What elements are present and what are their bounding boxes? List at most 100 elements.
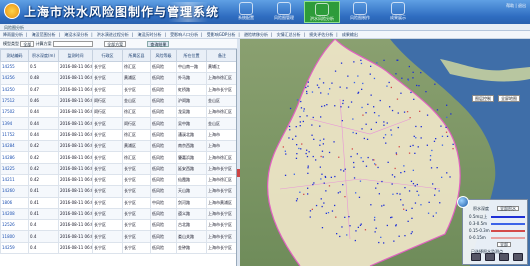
flood-point-marker[interactable]: [321, 205, 323, 208]
flood-point-marker[interactable]: [307, 187, 309, 189]
flood-point-marker[interactable]: [375, 187, 377, 189]
flood-point-marker[interactable]: [391, 183, 393, 185]
flood-point-marker[interactable]: [331, 82, 333, 84]
flood-point-marker[interactable]: [359, 224, 362, 226]
flood-point-marker[interactable]: [441, 176, 443, 178]
flood-point-marker[interactable]: [284, 150, 286, 152]
flood-point-marker[interactable]: [320, 198, 322, 200]
flood-point-marker[interactable]: [306, 155, 309, 158]
flood-point-marker[interactable]: [403, 170, 406, 173]
flood-point-marker[interactable]: [416, 84, 418, 87]
flood-point-marker[interactable]: [425, 91, 427, 93]
column-header[interactable]: 所属区县: [122, 49, 151, 62]
flood-point-marker[interactable]: [299, 191, 301, 193]
zoom-in-button[interactable]: [471, 253, 481, 261]
menu-item[interactable]: 淹没水深分析: [64, 32, 88, 37]
station-code[interactable]: 14250: [0, 83, 29, 96]
flood-point-marker[interactable]: [353, 81, 356, 84]
flood-point-marker[interactable]: [406, 111, 409, 113]
flood-point-marker[interactable]: [411, 207, 413, 209]
flood-point-marker[interactable]: [403, 165, 405, 167]
flood-point-marker[interactable]: [318, 86, 320, 89]
flood-point-marker[interactable]: [339, 235, 341, 238]
flood-point-marker[interactable]: [301, 143, 303, 145]
menu-item[interactable]: 淹没历时分析: [138, 32, 162, 37]
flood-point-marker[interactable]: [386, 85, 388, 87]
flood-point-marker[interactable]: [288, 125, 291, 128]
flood-point-marker[interactable]: [369, 73, 371, 75]
flood-point-marker[interactable]: [353, 177, 356, 179]
flood-point-marker[interactable]: [436, 109, 439, 111]
flood-point-marker[interactable]: [383, 59, 385, 61]
flood-point-marker[interactable]: [327, 93, 329, 95]
flood-point-marker[interactable]: [417, 146, 419, 148]
flood-point-marker[interactable]: [390, 134, 393, 136]
flood-point-marker[interactable]: [405, 209, 407, 211]
flood-point-marker[interactable]: [363, 137, 365, 140]
flood-point-marker[interactable]: [408, 65, 410, 68]
flood-point-marker[interactable]: [299, 121, 301, 123]
table-row[interactable]: 14256 0.48 2016-08-11 06:00 长宁区 黄浦区 低风险 外马路 上海市…: [0, 72, 236, 85]
table-row[interactable]: 14225 0.42 2016-08-11 06:00 长宁区 长宁区 低风险 延安西路 上海…: [0, 162, 236, 175]
flood-point-marker[interactable]: [416, 183, 418, 186]
table-row[interactable]: 12526 0.4 2016-08-11 06:00 长宁区 长宁区 低风险 古北路 上海市长…: [0, 219, 236, 232]
flood-point-marker[interactable]: [306, 115, 308, 117]
flood-point-marker[interactable]: [313, 138, 315, 140]
flood-point-marker[interactable]: [428, 201, 430, 203]
flood-point-marker[interactable]: [396, 98, 399, 100]
flood-point-marker[interactable]: [362, 114, 364, 116]
flood-point-marker[interactable]: [335, 216, 337, 218]
flood-point-marker[interactable]: [386, 122, 388, 124]
flood-point-marker[interactable]: [407, 220, 409, 222]
flood-point-marker[interactable]: [303, 193, 305, 195]
flood-point-marker[interactable]: [351, 148, 353, 150]
flood-point-marker[interactable]: [400, 199, 402, 201]
flood-point-marker[interactable]: [328, 151, 331, 154]
flood-point-marker[interactable]: [407, 79, 410, 81]
flood-point-marker[interactable]: [427, 212, 430, 214]
menu-item[interactable]: 降雨量分析: [3, 32, 23, 37]
flood-point-marker[interactable]: [386, 224, 388, 227]
flood-point-marker[interactable]: [353, 161, 355, 164]
flood-point-marker[interactable]: [296, 99, 299, 101]
legend-select[interactable]: 全部积水: [497, 206, 519, 211]
flood-point-marker[interactable]: [357, 75, 359, 77]
model-type-select[interactable]: 全部: [20, 41, 35, 47]
flood-point-marker[interactable]: [323, 182, 325, 184]
flood-point-marker[interactable]: [324, 176, 327, 178]
flood-point-marker[interactable]: [395, 153, 398, 156]
flood-point-marker[interactable]: [395, 73, 397, 75]
flood-point-marker[interactable]: [383, 137, 385, 139]
flood-point-marker[interactable]: [322, 82, 325, 84]
flood-point-marker[interactable]: [434, 194, 436, 196]
flood-point-marker[interactable]: [374, 231, 376, 233]
flood-point-marker[interactable]: [418, 85, 420, 87]
flood-point-marker[interactable]: [312, 183, 314, 186]
scheme-input[interactable]: [52, 41, 93, 47]
flood-point-marker[interactable]: [319, 139, 321, 142]
flood-point-marker[interactable]: [289, 107, 292, 110]
flood-point-marker[interactable]: [319, 166, 321, 168]
flood-point-marker[interactable]: [414, 202, 417, 204]
table-row[interactable]: 14250 0.47 2016-08-11 06:00 长宁区 长宁区 低风险 虹桥路 上海市…: [0, 83, 236, 96]
flood-point-marker[interactable]: [413, 135, 415, 137]
flood-point-marker[interactable]: [383, 204, 385, 206]
flood-point-marker[interactable]: [295, 135, 297, 137]
flood-point-marker[interactable]: [396, 192, 398, 195]
header-tools[interactable]: 帮助 | 退出: [506, 3, 526, 9]
flood-point-marker[interactable]: [309, 216, 311, 218]
flood-point-marker[interactable]: [295, 157, 298, 159]
flood-point-marker[interactable]: [432, 183, 434, 185]
table-row[interactable]: 14255 0.5 2016-08-11 06:00 长宁区 徐汇区 低风险 中山南一路 黄埔…: [0, 60, 236, 74]
flood-point-marker[interactable]: [336, 233, 338, 235]
flood-point-marker[interactable]: [300, 100, 302, 103]
flood-point-marker[interactable]: [370, 94, 372, 96]
menu-item[interactable]: 避险转移分析: [244, 32, 268, 37]
flood-point-marker[interactable]: [323, 202, 325, 204]
flood-point-marker[interactable]: [320, 116, 322, 118]
flood-point-marker[interactable]: [346, 234, 348, 236]
flood-point-marker[interactable]: [323, 105, 326, 107]
reset-button[interactable]: [513, 253, 523, 261]
flood-point-marker[interactable]: [391, 109, 394, 112]
flood-point-marker[interactable]: [430, 167, 433, 169]
